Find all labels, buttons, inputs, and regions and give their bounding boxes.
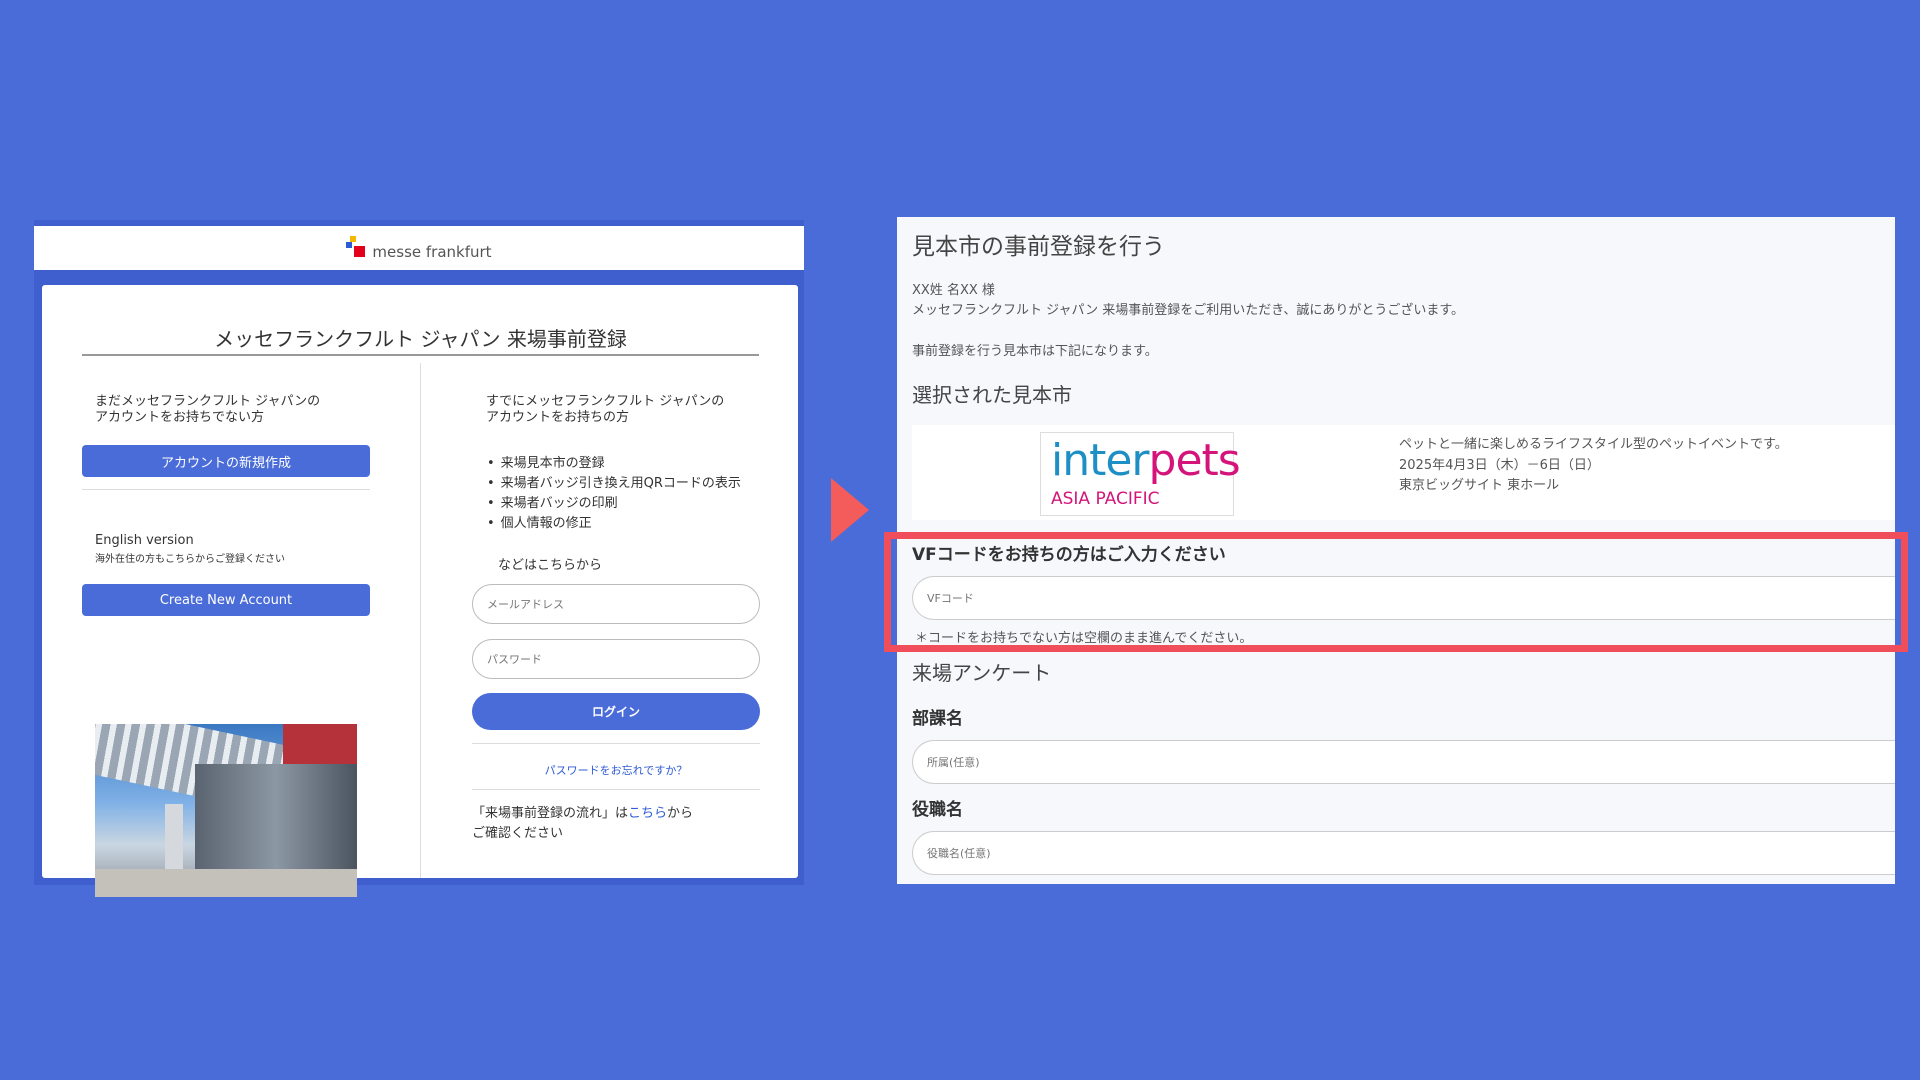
registration-flow-link[interactable]: こちら [628,806,667,821]
selected-fair-heading: 選択された見本市 [912,383,1072,407]
department-input[interactable] [912,740,1895,784]
arrow-right-icon [831,478,869,542]
messe-frankfurt-logo-icon [346,234,368,262]
login-button[interactable]: ログイン [472,693,760,730]
vf-code-note: ＊コードをお持ちでない方は空欄のまま進んでください。 [915,631,1253,646]
event-dates: 2025年4月3日（木）－6日（日） [1399,458,1600,473]
department-label: 部課名 [912,709,963,729]
list-item: 個人情報の修正 [487,514,741,534]
interpets-logo: interpets ASIA PACIFIC [1040,432,1241,516]
event-description: ペットと一緒に楽しめるライフスタイル型のペットイベントです。 [1399,437,1788,452]
event-venue: 東京ビッグサイト 東ホール [1399,478,1560,493]
login-card: メッセフランクフルト ジャパン 来場事前登録 まだメッセフランクフルト ジャパン… [42,285,798,897]
column-divider [420,363,421,878]
thanks-message: メッセフランクフルト ジャパン 来場事前登録をご利用いただき、誠にありがとうござ… [912,303,1465,318]
site-header: messe frankfurt [34,226,804,270]
english-version-label: English version [95,533,194,548]
page-title: メッセフランクフルト ジャパン 来場事前登録 [82,323,759,356]
existing-user-intro: すでにメッセフランクフルト ジャパンの アカウントをお持ちの方 [486,394,725,425]
brand-name: messe frankfurt [372,243,492,261]
lead-text: 事前登録を行う見本市は下記になります。 [912,344,1158,359]
login-page-screenshot: messe frankfurt メッセフランクフルト ジャパン 来場事前登録 ま… [34,220,804,897]
create-account-button[interactable]: アカウントの新規作成 [82,445,370,477]
list-item: 来場見本市の登録 [487,454,741,474]
position-label: 役職名 [912,800,963,820]
venue-photo [95,724,357,897]
registration-page-screenshot: 見本市の事前登録を行う XX姓 名XX 様 メッセフランクフルト ジャパン 来場… [897,217,1895,884]
vf-code-heading: VFコードをお持ちの方はご入力ください [912,545,1226,565]
divider [82,489,370,490]
list-item: 来場者バッジの印刷 [487,494,741,514]
list-item: 来場者バッジ引き換え用QRコードの表示 [487,474,741,494]
forgot-password-link[interactable]: パスワードをお忘れですか？ [472,762,760,778]
selected-event-card: interpets ASIA PACIFIC ペットと一緒に楽しめるライフスタイ… [912,425,1895,520]
vf-code-input[interactable] [912,576,1895,620]
create-new-account-button[interactable]: Create New Account [82,584,370,616]
registration-title: 見本市の事前登録を行う [912,234,1165,260]
email-input[interactable] [472,584,760,624]
feature-list-tail: などはこちらから [498,558,603,573]
user-greeting: XX姓 名XX 様 [912,283,995,298]
divider [472,743,760,744]
feature-list: 来場見本市の登録 来場者バッジ引き換え用QRコードの表示 来場者バッジの印刷 個… [487,454,741,534]
registration-flow-text: 「来場事前登録の流れ」はこちらから ご確認ください [472,806,694,841]
divider [472,789,760,790]
survey-heading: 来場アンケート [912,661,1052,685]
new-user-intro: まだメッセフランクフルト ジャパンの アカウントをお持ちでない方 [95,394,321,425]
english-version-note: 海外在住の方もこちらからご登録ください [95,554,285,565]
position-input[interactable] [912,831,1895,875]
password-input[interactable] [472,639,760,679]
